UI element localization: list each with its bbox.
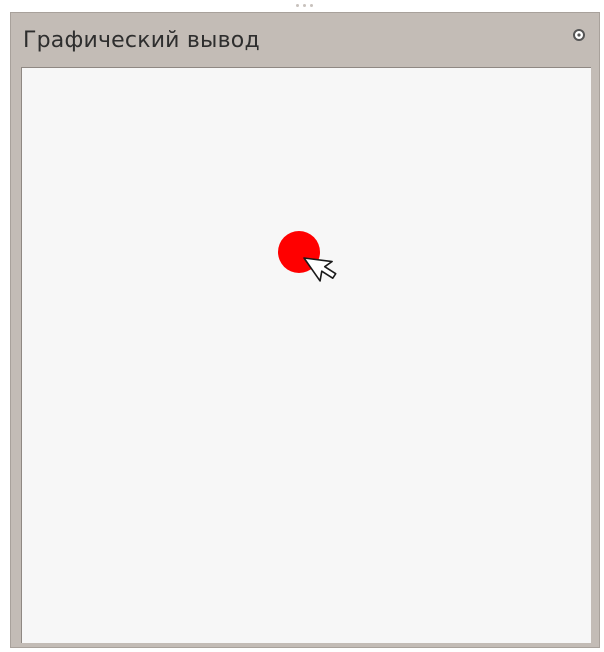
panel-titlebar[interactable]: Графический вывод [11, 13, 599, 65]
graphics-canvas[interactable] [21, 67, 591, 643]
canvas-drawing [278, 231, 337, 282]
resize-grip[interactable] [290, 0, 318, 10]
grip-dot [302, 3, 306, 7]
grip-dot [309, 3, 313, 7]
graphics-output-panel: Графический вывод [10, 12, 600, 648]
panel-title: Графический вывод [23, 27, 260, 53]
pin-button[interactable] [569, 25, 589, 45]
pin-icon [573, 29, 585, 41]
grip-dot [295, 3, 299, 7]
